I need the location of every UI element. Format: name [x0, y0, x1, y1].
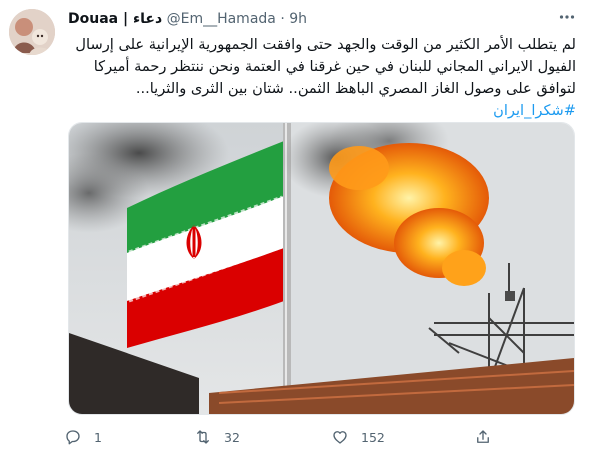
reply-count: 1: [94, 429, 102, 445]
retweet-icon: [197, 430, 209, 444]
tweet-media-image[interactable]: [68, 122, 575, 415]
tweet-text-line: الفيول الايراني المجاني للبنان في حين غر…: [93, 58, 576, 75]
reply-button[interactable]: 1: [64, 427, 102, 447]
user-handle[interactable]: @Em__Hamada: [167, 11, 276, 27]
flag-and-gas-flare-photo: [69, 123, 574, 414]
header-separator: ·: [280, 11, 285, 27]
tweet-time[interactable]: 9h: [289, 11, 307, 27]
display-name[interactable]: Douaa | دعاء: [68, 11, 162, 27]
like-count: 152: [361, 429, 385, 445]
tweet-header: Douaa | دعاء @Em__Hamada · 9h: [68, 9, 307, 29]
tweet-text-line: لتوافق على وصول الغاز المصري الباهظ الثم…: [135, 80, 576, 97]
tweet-actions: 1 32 152: [64, 427, 504, 447]
reply-icon: [66, 430, 80, 445]
retweet-button[interactable]: 32: [194, 427, 240, 447]
like-icon: [333, 431, 347, 444]
share-icon: [477, 430, 489, 443]
share-button[interactable]: [474, 427, 504, 447]
tweet-text-line: لم يتطلب الأمر الكثير من الوقت والجهد حت…: [75, 36, 576, 53]
hashtag-link[interactable]: #شكرا_ايران: [48, 100, 576, 122]
more-icon: [559, 15, 575, 19]
more-options-button[interactable]: [555, 8, 579, 28]
tweet-card[interactable]: Douaa | دعاء @Em__Hamada · 9h لم يتطلب ا…: [0, 0, 590, 450]
retweet-count: 32: [224, 429, 240, 445]
tweet-text: لم يتطلب الأمر الكثير من الوقت والجهد حت…: [48, 34, 576, 122]
like-button[interactable]: 152: [331, 427, 385, 447]
